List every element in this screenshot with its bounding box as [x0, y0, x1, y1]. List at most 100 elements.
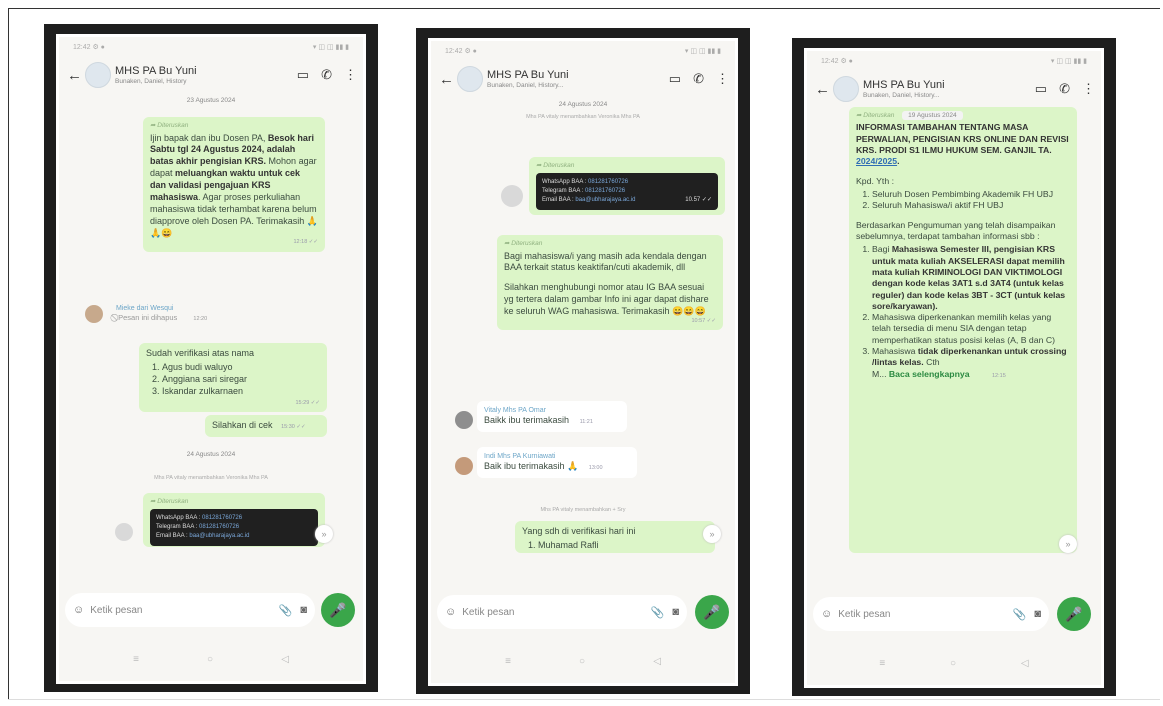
chat-title-box[interactable]: MHS PA Bu Yuni Bunaken, Daniel, History.…: [863, 79, 1023, 99]
forwarded-message[interactable]: ➦ Diteruskan Ijin bapak dan ibu Dosen PA…: [143, 117, 325, 252]
info-list: Bagi Mahasiswa Semester III, pengisian K…: [872, 244, 1070, 380]
emoji-icon[interactable]: ☺: [821, 608, 832, 620]
message-input-bar[interactable]: ☺ Ketik pesan 📎 ◙: [437, 595, 687, 629]
sender-avatar[interactable]: [115, 523, 133, 541]
scroll-down-button[interactable]: »: [315, 525, 333, 543]
recipient-label: Kpd. Yth :: [856, 175, 894, 186]
forwarded-label: ➦ Diteruskan: [150, 498, 189, 505]
card-label: WhatsApp BAA :: [542, 178, 589, 185]
camera-icon[interactable]: ◙: [1034, 608, 1041, 620]
android-nav-bar: ≡ ○ ◁: [59, 654, 363, 665]
more-menu-icon[interactable]: ⋮: [716, 71, 729, 87]
year-link[interactable]: 2024/2025: [856, 156, 897, 166]
forwarded-text: Diteruskan: [543, 162, 575, 169]
more-menu-icon[interactable]: ⋮: [344, 67, 357, 83]
attach-icon[interactable]: 📎: [651, 606, 665, 619]
attach-icon[interactable]: 📎: [279, 604, 293, 617]
phone-2-screen: 12:42 ⚙ ● ▾ ◫ ◫ ▮▮ ▮ ← MHS PA Bu Yuni Bu…: [428, 38, 738, 686]
message-input-bar[interactable]: ☺ Ketik pesan 📎 ◙: [65, 593, 315, 627]
message-input[interactable]: Ketik pesan: [462, 607, 642, 618]
deleted-message[interactable]: Mieke dari Wesqui ⃠ Pesan ini dihapus 12…: [109, 299, 259, 328]
mic-button[interactable]: 🎤: [1057, 597, 1091, 631]
read-more-link[interactable]: Baca selengkapnya: [889, 369, 970, 379]
back-nav-icon[interactable]: ◁: [281, 654, 289, 665]
recipient-item: Seluruh Mahasiswa/i aktif FH UBJ: [872, 200, 1070, 211]
message-input-bar[interactable]: ☺ Ketik pesan 📎 ◙: [813, 597, 1049, 631]
recent-apps-icon[interactable]: ≡: [505, 656, 511, 667]
verif-intro: Yang sdh di verifikasi hari ini: [522, 526, 636, 536]
date-chip: 19 Agustus 2024: [902, 111, 963, 120]
chat-title: MHS PA Bu Yuni: [863, 78, 945, 91]
reply-message[interactable]: Vitaly Mhs PA Omar Baikk ibu terimakasih…: [477, 401, 627, 433]
group-avatar[interactable]: [85, 62, 111, 88]
scroll-down-button[interactable]: »: [1059, 535, 1077, 553]
mic-button[interactable]: 🎤: [695, 595, 729, 629]
msg-time: 11:21: [579, 419, 593, 426]
message-input[interactable]: Ketik pesan: [90, 605, 270, 616]
intro-text: Berdasarkan Pengumuman yang telah disamp…: [856, 219, 1056, 241]
reply-text: Baikk ibu terimakasih: [484, 415, 570, 426]
contact-card-image[interactable]: WhatsApp BAA : 081281760726 Telegram BAA…: [536, 172, 718, 210]
sender-avatar[interactable]: [455, 457, 473, 475]
camera-icon[interactable]: ◙: [672, 606, 679, 618]
forwarded-message[interactable]: ➦ Diteruskan Bagi mahasiswa/i yang masih…: [497, 235, 723, 331]
more-menu-icon[interactable]: ⋮: [1082, 81, 1095, 97]
card-value: baa@ubharajaya.ac.id: [189, 532, 250, 539]
recipient-list: Seluruh Dosen Pembimbing Akademik FH UBJ…: [872, 189, 1070, 212]
chat-title-box[interactable]: MHS PA Bu Yuni Bunaken, Daniel, History.…: [487, 69, 657, 89]
phone-call-icon[interactable]: ✆: [321, 67, 332, 83]
forwarded-card-message[interactable]: ➦ Diteruskan WhatsApp BAA : 081281760726…: [529, 157, 725, 215]
message-input[interactable]: Ketik pesan: [838, 609, 1004, 620]
reply-text: Baik ibu terimakasih 🙏: [484, 461, 579, 472]
video-call-icon[interactable]: ▭: [297, 67, 309, 83]
verification-message[interactable]: Sudah verifikasi atas nama Agus budi wal…: [139, 343, 327, 412]
sender-avatar[interactable]: [85, 305, 103, 323]
group-avatar[interactable]: [833, 76, 859, 102]
emoji-icon[interactable]: ☺: [445, 606, 456, 618]
announcement-message[interactable]: ➦ Diteruskan 19 Agustus 2024 INFORMASI T…: [849, 107, 1077, 553]
chat-subtitle: Bunaken, Daniel, History...: [863, 91, 940, 99]
camera-icon[interactable]: ◙: [300, 604, 307, 616]
phone-call-icon[interactable]: ✆: [1059, 81, 1070, 97]
page-rule: [8, 699, 1160, 700]
attach-icon[interactable]: 📎: [1013, 608, 1027, 621]
chat-title-box[interactable]: MHS PA Bu Yuni Bunaken, Daniel, History: [115, 65, 285, 85]
check-message[interactable]: Silahkan di cek 15:30 ✓✓: [205, 415, 327, 437]
contact-card-image[interactable]: WhatsApp BAA : 081281760726 Telegram BAA…: [150, 508, 318, 546]
mic-button[interactable]: 🎤: [321, 593, 355, 627]
home-icon[interactable]: ○: [579, 656, 585, 667]
emoji-icon[interactable]: ☺: [73, 604, 84, 616]
video-call-icon[interactable]: ▭: [1035, 81, 1047, 97]
video-call-icon[interactable]: ▭: [669, 71, 681, 87]
msg-time: 12:15: [991, 372, 1006, 379]
forwarded-card-message[interactable]: ➦ Diteruskan WhatsApp BAA : 081281760726…: [143, 493, 325, 547]
recent-apps-icon[interactable]: ≡: [133, 654, 139, 665]
check-text: Silahkan di cek: [212, 420, 273, 430]
sender-avatar[interactable]: [455, 411, 473, 429]
back-arrow-icon[interactable]: ←: [67, 67, 82, 84]
back-arrow-icon[interactable]: ←: [815, 81, 830, 98]
forwarded-text: Diteruskan: [511, 240, 543, 247]
info-item: Mahasiswa tidak diperkenankan untuk cros…: [872, 346, 1070, 380]
chat-header: ← MHS PA Bu Yuni Bunaken, Daniel, Histor…: [59, 57, 363, 93]
verif-list: Muhamad Rafli: [538, 540, 708, 552]
back-nav-icon[interactable]: ◁: [1021, 658, 1029, 669]
home-icon[interactable]: ○: [207, 654, 213, 665]
back-arrow-icon[interactable]: ←: [439, 71, 454, 88]
scroll-down-button[interactable]: »: [703, 525, 721, 543]
title-text: INFORMASI TAMBAHAN TENTANG MASA PERWALIA…: [856, 122, 1069, 156]
chat-header: ← MHS PA Bu Yuni Bunaken, Daniel, Histor…: [807, 71, 1101, 107]
deleted-row: ⃠ Pesan ini dihapus 12:20: [116, 313, 252, 323]
back-nav-icon[interactable]: ◁: [653, 656, 661, 667]
chat-title: MHS PA Bu Yuni: [487, 68, 569, 81]
card-value: 081281760726: [199, 523, 240, 530]
date-chip: 23 Agustus 2024: [186, 97, 236, 104]
verif-list: Agus budi waluyo Anggiana sari siregar I…: [162, 362, 320, 398]
verification-message[interactable]: Yang sdh di verifikasi hari ini Muhamad …: [515, 521, 715, 553]
phone-call-icon[interactable]: ✆: [693, 71, 704, 87]
sender-avatar[interactable]: [501, 185, 523, 207]
recent-apps-icon[interactable]: ≡: [879, 658, 885, 669]
reply-message[interactable]: Indi Mhs PA Kurniawati Baik ibu terimaka…: [477, 447, 637, 479]
group-avatar[interactable]: [457, 66, 483, 92]
home-icon[interactable]: ○: [950, 658, 956, 669]
